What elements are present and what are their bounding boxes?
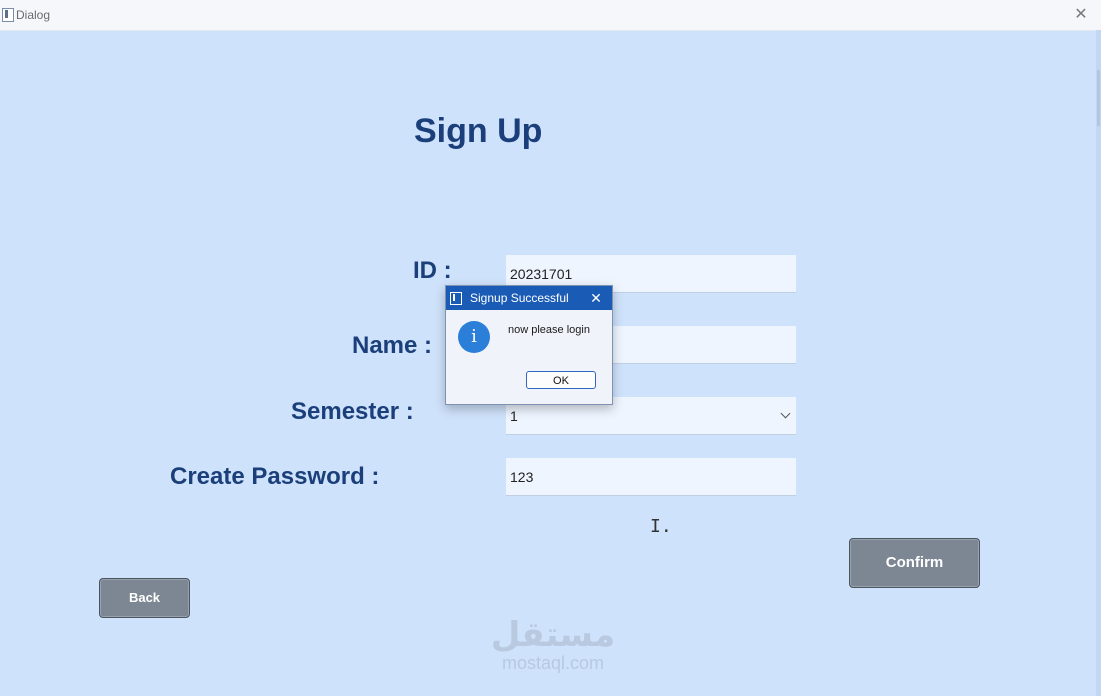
signup-success-dialog: Signup Successful ✕ i now please login O… bbox=[445, 285, 613, 405]
back-button[interactable]: Back bbox=[99, 578, 190, 618]
app-icon bbox=[2, 8, 14, 22]
dialog-app-icon bbox=[450, 292, 462, 305]
page-title: Sign Up bbox=[414, 112, 543, 150]
window-close-button[interactable]: ✕ bbox=[1070, 5, 1092, 25]
watermark-logo: مستقل mostaql.com bbox=[483, 618, 623, 674]
id-label: ID : bbox=[413, 257, 452, 284]
ok-button[interactable]: OK bbox=[526, 371, 596, 389]
dialog-message: now please login bbox=[508, 324, 590, 336]
window-title: Dialog bbox=[16, 8, 51, 22]
password-field-value: 123 bbox=[510, 469, 534, 485]
semester-select-value: 1 bbox=[510, 408, 518, 424]
dialog-close-button[interactable]: ✕ bbox=[586, 288, 606, 308]
id-field-value: 20231701 bbox=[510, 266, 573, 282]
text-cursor: I. bbox=[650, 516, 672, 537]
watermark-latin: mostaql.com bbox=[501, 653, 605, 673]
confirm-button[interactable]: Confirm bbox=[849, 538, 980, 588]
semester-label: Semester : bbox=[291, 398, 414, 425]
password-field[interactable]: 123 bbox=[506, 458, 796, 496]
chevron-down-icon[interactable] bbox=[780, 408, 791, 419]
scrollbar[interactable] bbox=[1096, 30, 1101, 696]
name-label: Name : bbox=[352, 332, 433, 359]
dialog-title: Signup Successful bbox=[470, 291, 569, 305]
window-titlebar: Dialog ✕ bbox=[0, 0, 1101, 31]
password-label: Create Password : bbox=[170, 463, 380, 490]
info-icon: i bbox=[458, 321, 490, 353]
dialog-titlebar: Signup Successful ✕ bbox=[446, 286, 612, 310]
watermark-arabic: مستقل bbox=[490, 615, 616, 655]
